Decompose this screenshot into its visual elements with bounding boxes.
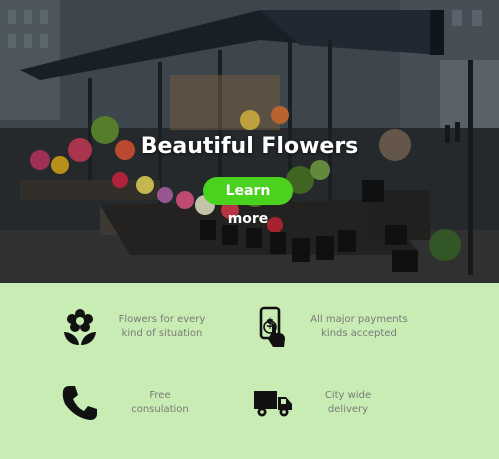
feature-flowers-label: Flowers for every kind of situation xyxy=(118,314,206,339)
learn-more-button[interactable]: Learn more xyxy=(203,177,293,227)
feature-payments-label: All major payments kinds accepted xyxy=(310,314,408,339)
hero-banner: Beautiful Flowers Learn more xyxy=(0,0,499,283)
features-section: Flowers for every kind of situation $ Al… xyxy=(0,283,499,459)
feature-delivery: City wide delivery xyxy=(253,383,391,423)
hero-title: Beautiful Flowers xyxy=(140,134,359,159)
feature-payments: $ All major payments kinds accepted xyxy=(253,306,411,347)
mobile-payment-icon: $ xyxy=(253,306,293,347)
feature-delivery-label: City wide delivery xyxy=(324,390,372,415)
flower-icon xyxy=(60,307,100,347)
delivery-truck-icon xyxy=(253,383,293,423)
feature-flowers: Flowers for every kind of situation xyxy=(60,307,208,347)
phone-icon xyxy=(60,383,100,423)
feature-consultation: Free consulation xyxy=(60,383,200,423)
feature-consultation-label: Free consulation xyxy=(131,390,189,415)
